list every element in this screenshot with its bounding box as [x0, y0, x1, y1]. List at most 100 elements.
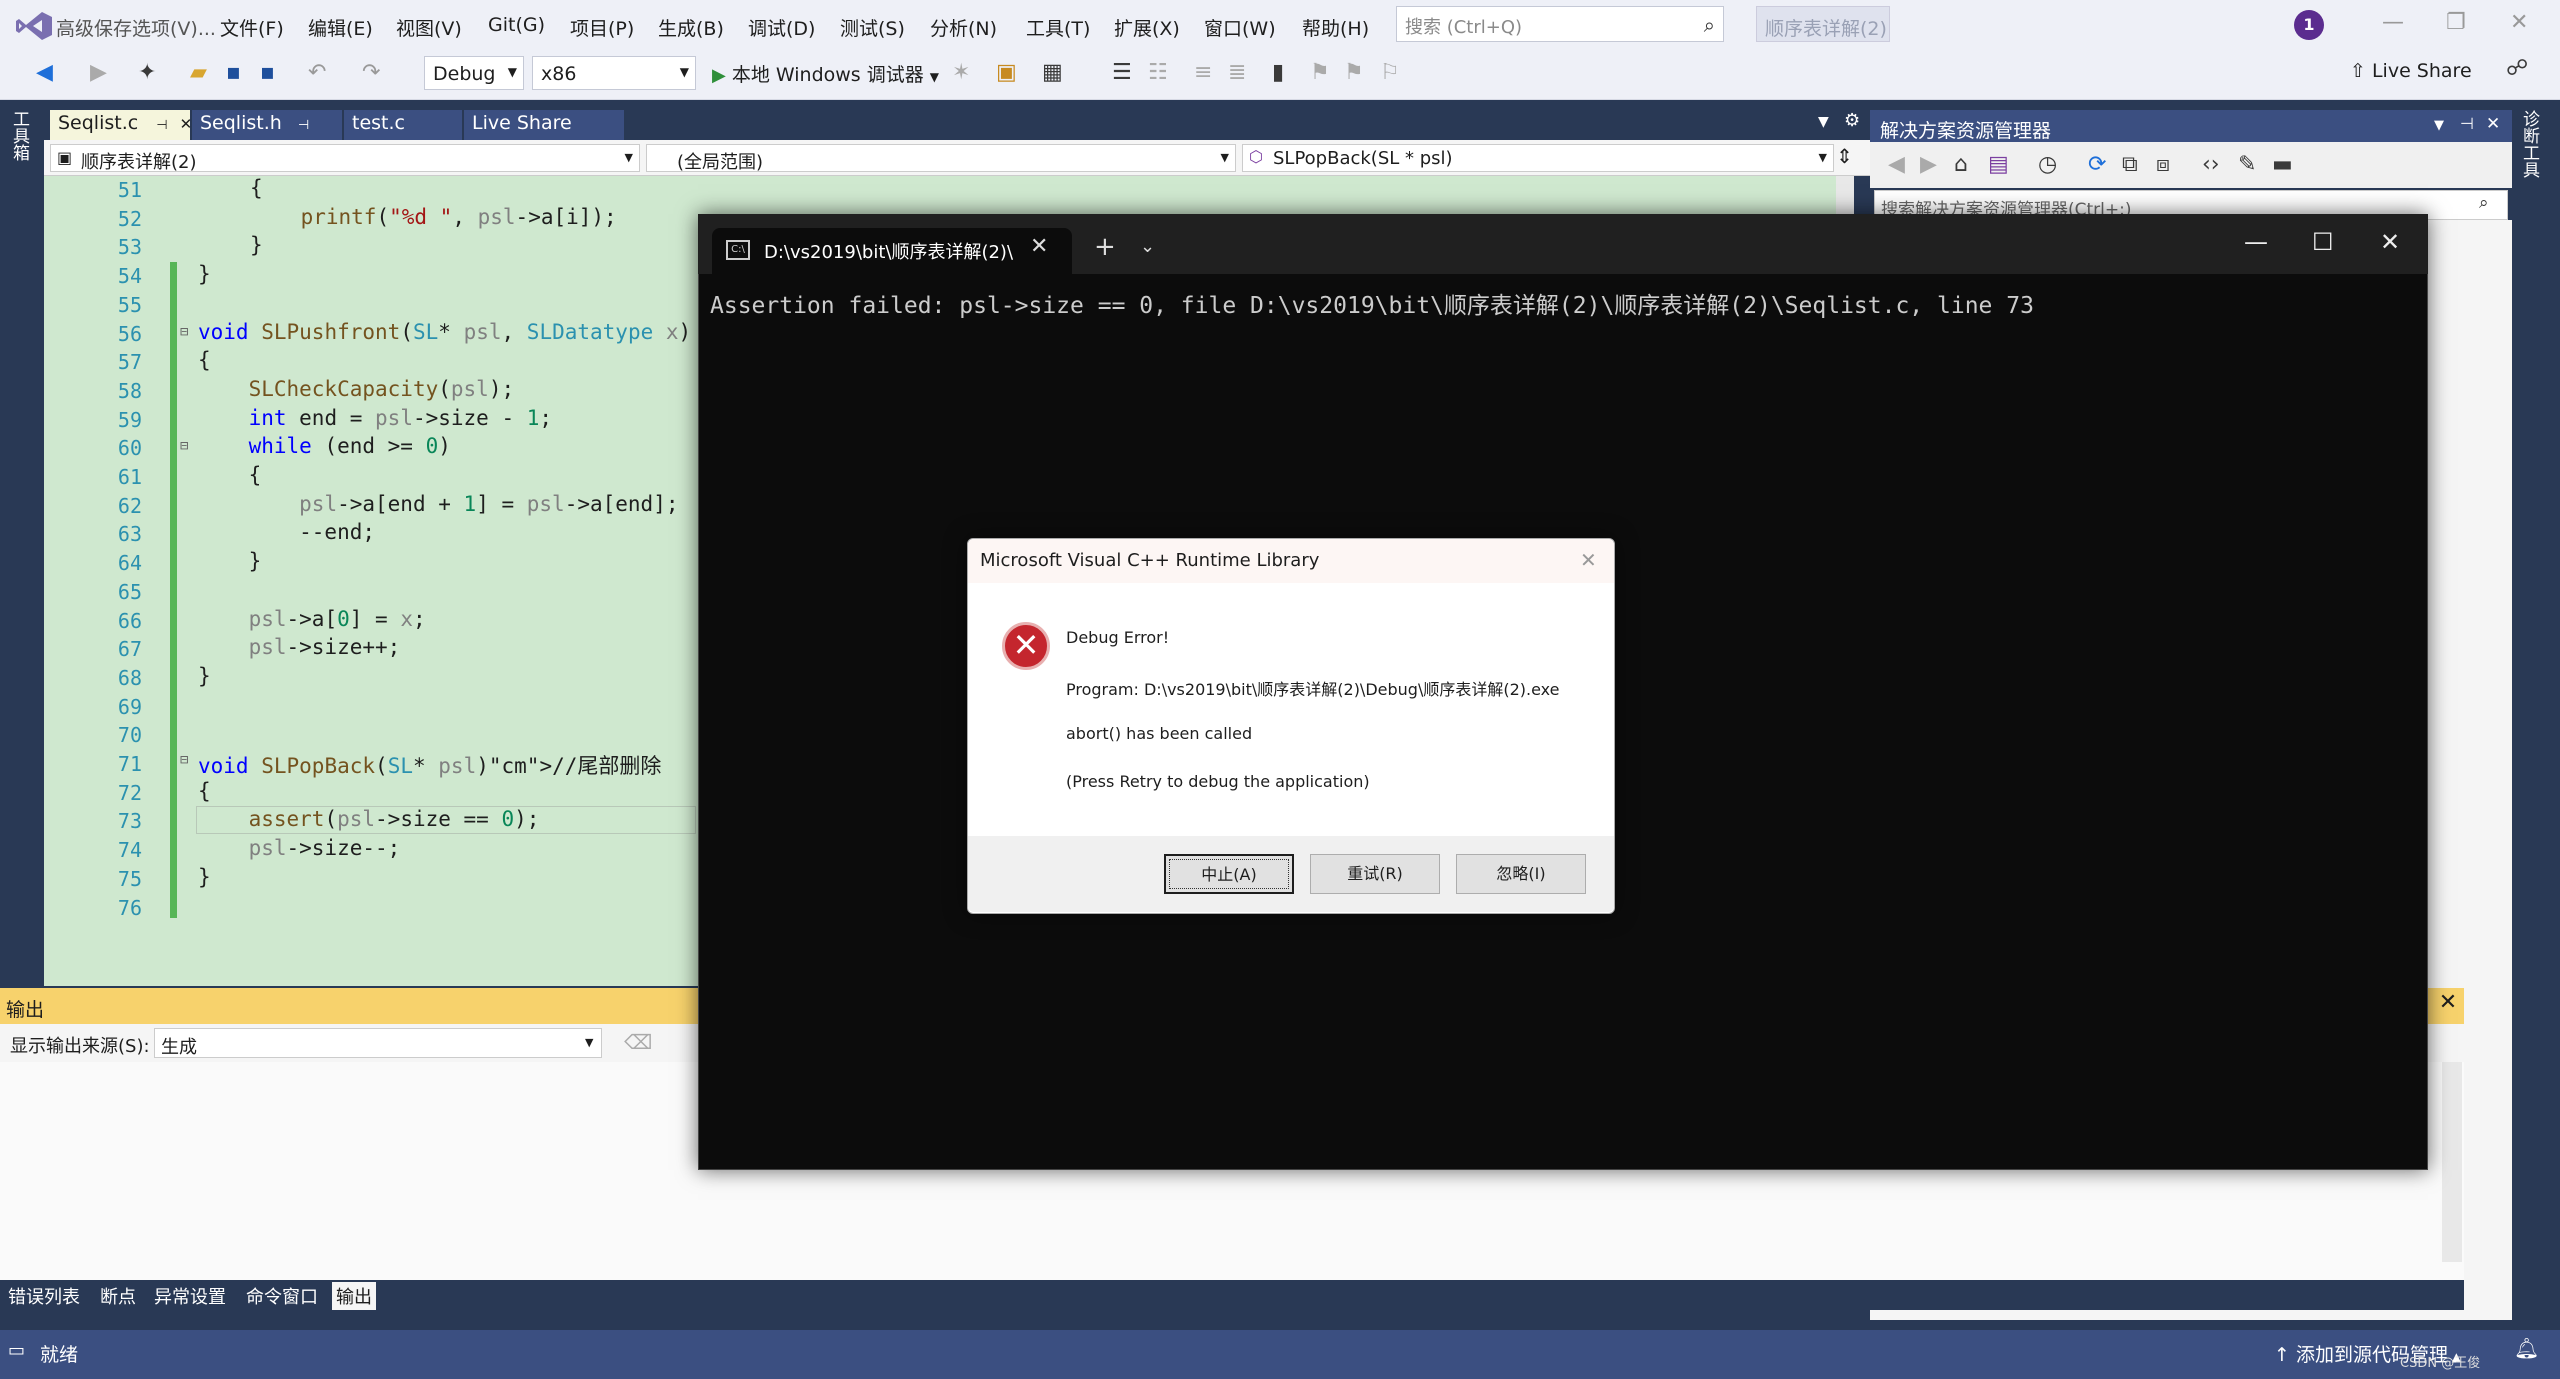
browse-folder-icon[interactable]: ▣ — [996, 60, 1017, 85]
toolbox-tab[interactable]: 工具箱 — [9, 110, 32, 161]
tab-output[interactable]: 输出 — [332, 1282, 376, 1310]
outdent-icon[interactable]: ☷ — [1148, 60, 1168, 85]
retry-button[interactable]: 重试(R) — [1310, 854, 1440, 894]
new-project-icon[interactable]: ✦ — [138, 60, 156, 85]
close-icon[interactable]: ✕ — [1030, 234, 1048, 259]
solution-platform-select[interactable]: x86 ▼ — [532, 56, 696, 90]
feedback-icon[interactable]: ☍ — [2506, 56, 2528, 81]
tab-exception-settings[interactable]: 异常设置 — [150, 1282, 230, 1310]
solution-name-badge[interactable]: 顺序表详解(2) — [1756, 6, 1890, 42]
close-icon[interactable]: ✕ — [180, 115, 193, 133]
collapse-all-icon[interactable]: ⧉ — [2122, 152, 2138, 177]
notifications-bell-icon[interactable]: 🔔︎ — [2514, 1336, 2539, 1360]
close-icon[interactable]: ✕ — [1580, 548, 1597, 572]
uncomment-icon[interactable]: ≣ — [1228, 60, 1246, 85]
close-icon[interactable]: ✕ — [2432, 990, 2464, 1022]
tab-error-list[interactable]: 错误列表 — [4, 1282, 84, 1310]
show-all-files-icon[interactable]: ⧈ — [2156, 152, 2170, 177]
switch-views-icon[interactable]: ▤ — [1988, 152, 2009, 177]
prev-bookmark-icon[interactable]: ⚑ — [1310, 60, 1330, 85]
code-line: assert(psl->size == 0); — [248, 807, 540, 832]
console-tab-title: D:\vs2019\bit\顺序表详解(2)\D — [764, 242, 1014, 263]
menu-tools[interactable]: 工具(T) — [1026, 14, 1090, 41]
close-icon[interactable]: ✕ — [2510, 10, 2528, 35]
notification-badge[interactable]: 1 — [2294, 10, 2324, 40]
project-dropdown[interactable]: ▣ 顺序表详解(2) ▼ — [50, 144, 640, 173]
close-icon[interactable]: ✕ — [2486, 114, 2500, 134]
clear-bookmarks-icon[interactable]: ⚐ — [1380, 60, 1400, 85]
pin-icon[interactable]: ⊣ — [156, 118, 167, 133]
fold-toggle-icon[interactable]: ⊟ — [180, 438, 188, 454]
menu-view[interactable]: 视图(V) — [396, 14, 462, 41]
start-debugging-button[interactable]: ▶ 本地 Windows 调试器 ▼ — [712, 60, 939, 87]
menu-extensions[interactable]: 扩展(X) — [1114, 14, 1180, 41]
tab-test-c[interactable]: test.c — [344, 110, 462, 140]
forward-icon[interactable]: ▶ — [1920, 152, 1937, 177]
window-position-icon[interactable]: ▼ — [2434, 118, 2444, 133]
output-scrollbar[interactable] — [2442, 1062, 2462, 1262]
bookmark-icon[interactable]: ▮ — [1272, 60, 1284, 85]
live-share-button[interactable]: ⇧ Live Share — [2350, 60, 2472, 82]
close-icon[interactable]: ✕ — [2380, 228, 2400, 256]
output-source-select[interactable]: 生成 ▼ — [154, 1028, 602, 1058]
redo-icon[interactable]: ↷ — [362, 60, 380, 85]
maximize-icon[interactable]: ☐ — [2312, 228, 2334, 256]
menu-window[interactable]: 窗口(W) — [1204, 14, 1276, 41]
function-dropdown[interactable]: ⬡ SLPopBack(SL * psl) ▼ — [1242, 144, 1834, 172]
settings-gear-icon[interactable]: ⚙ — [1844, 110, 1860, 131]
forward-icon[interactable]: ▶ — [90, 60, 107, 85]
dialog-heading: Debug Error! — [1066, 628, 1170, 647]
comment-icon[interactable]: ≡ — [1194, 60, 1212, 85]
open-folder-icon[interactable]: ▰ — [190, 60, 207, 85]
back-icon[interactable]: ◀ — [36, 60, 53, 85]
menu-edit[interactable]: 编辑(E) — [308, 14, 373, 41]
advanced-save-options-menu[interactable]: 高级保存选项(V)... — [56, 14, 216, 41]
hot-reload-icon[interactable]: ✶ — [952, 60, 970, 85]
indent-icon[interactable]: ☰ — [1112, 60, 1132, 85]
menu-git[interactable]: Git(G) — [488, 14, 545, 36]
tab-breakpoints[interactable]: 断点 — [96, 1282, 140, 1310]
scope-dropdown[interactable]: (全局范围) ▼ — [646, 144, 1236, 173]
diagnostic-tools-tab[interactable]: 诊断工具 — [2519, 110, 2542, 178]
next-bookmark-icon[interactable]: ⚑ — [1344, 60, 1364, 85]
sync-icon[interactable]: ⟳ — [2088, 152, 2106, 177]
maximize-icon[interactable]: ❐ — [2446, 10, 2466, 35]
clear-output-icon[interactable]: ⌫ — [624, 1030, 652, 1054]
menu-file[interactable]: 文件(F) — [220, 14, 284, 41]
save-icon[interactable]: ▪ — [226, 60, 241, 85]
tab-label: test.c — [352, 112, 405, 134]
pending-changes-icon[interactable]: ◷ — [2038, 152, 2057, 177]
pin-icon[interactable]: ⊣ — [2460, 114, 2474, 133]
minimize-icon[interactable]: — — [2382, 10, 2404, 35]
solution-configuration-select[interactable]: Debug ▼ — [424, 56, 524, 90]
properties-wrench-icon[interactable]: ✎ — [2238, 152, 2256, 177]
split-editor-icon[interactable]: ⇕ — [1836, 144, 1853, 168]
chevron-down-icon[interactable]: ⌄ — [1140, 236, 1155, 257]
menu-debug[interactable]: 调试(D) — [748, 14, 815, 41]
ignore-button[interactable]: 忽略(I) — [1456, 854, 1586, 894]
preview-icon[interactable]: ▬ — [2272, 152, 2293, 177]
fold-toggle-icon[interactable]: ⊟ — [180, 752, 188, 768]
search-box[interactable]: 搜索 (Ctrl+Q) ⌕ — [1396, 6, 1724, 42]
tab-list-dropdown-icon[interactable]: ▼ — [1818, 114, 1829, 130]
abort-button[interactable]: 中止(A) — [1164, 854, 1294, 894]
code-view-icon[interactable]: ‹› — [2202, 152, 2220, 177]
menu-build[interactable]: 生成(B) — [658, 14, 724, 41]
home-icon[interactable]: ⌂ — [1954, 152, 1968, 177]
tab-seqlist-c[interactable]: Seqlist.c ⊣ ✕ — [50, 110, 193, 140]
screenshot-icon[interactable]: ▦ — [1042, 60, 1063, 85]
tab-seqlist-h[interactable]: Seqlist.h ⊣ — [192, 110, 342, 140]
save-all-icon[interactable]: ▪ — [260, 60, 275, 85]
minimize-icon[interactable]: — — [2244, 228, 2268, 256]
fold-toggle-icon[interactable]: ⊟ — [180, 324, 188, 340]
back-icon[interactable]: ◀ — [1888, 152, 1905, 177]
menu-analyze[interactable]: 分析(N) — [930, 14, 997, 41]
tab-command-window[interactable]: 命令窗口 — [242, 1282, 322, 1310]
undo-icon[interactable]: ↶ — [308, 60, 326, 85]
tab-live-share[interactable]: Live Share — [464, 110, 624, 140]
menu-help[interactable]: 帮助(H) — [1302, 14, 1369, 41]
menu-test[interactable]: 测试(S) — [840, 14, 905, 41]
menu-project[interactable]: 项目(P) — [570, 14, 634, 41]
pin-icon[interactable]: ⊣ — [298, 118, 309, 133]
new-tab-icon[interactable]: + — [1094, 232, 1116, 262]
